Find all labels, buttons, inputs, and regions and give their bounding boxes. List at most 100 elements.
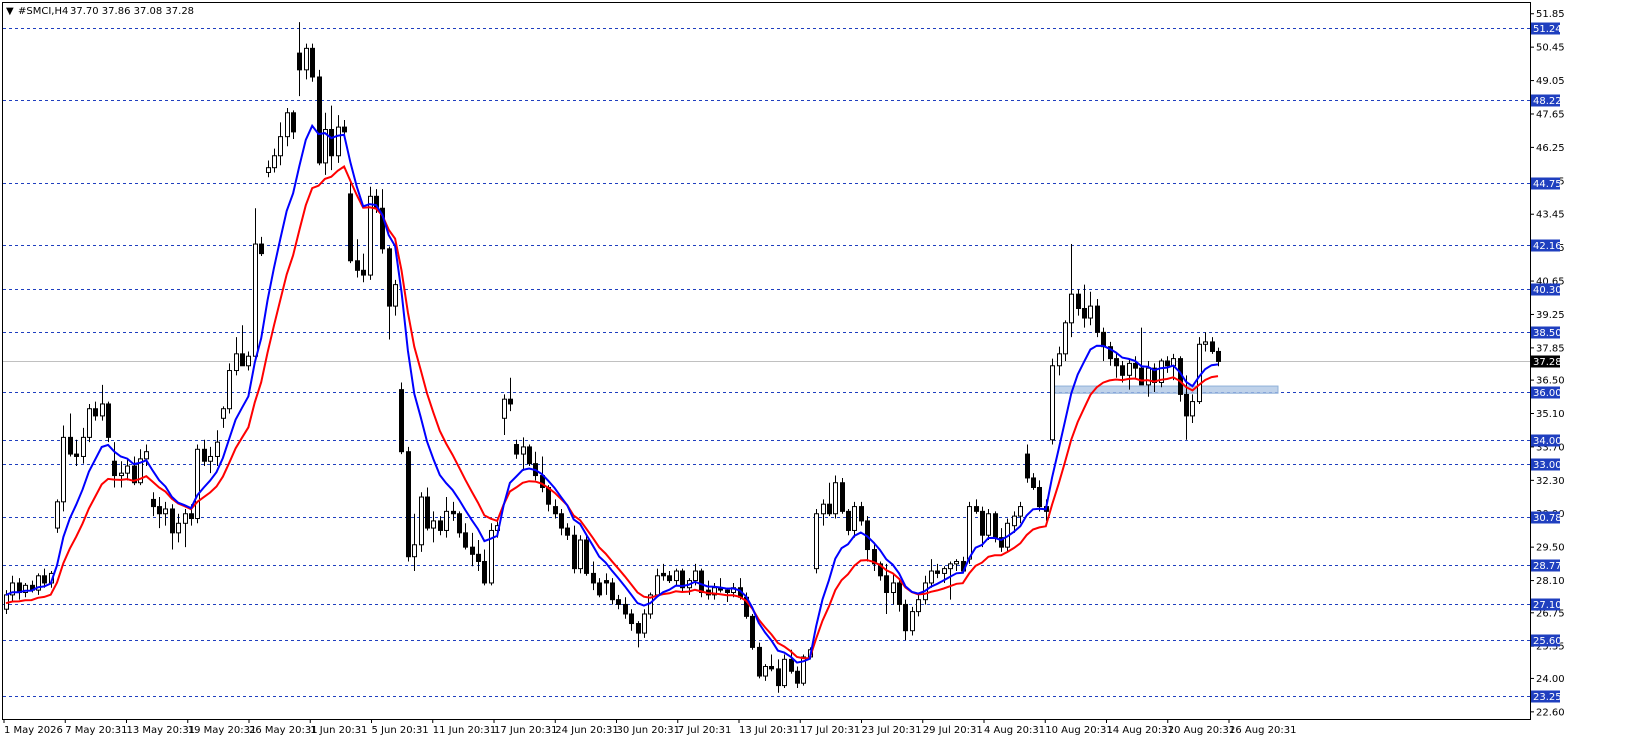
x-tick-label: 23 Jul 20:31 [862,725,922,736]
x-tick-label: 4 Aug 20:31 [984,725,1045,736]
bull-candle-body [891,582,896,594]
bull-candle-body [502,398,507,419]
bear-candle-body [476,553,481,562]
bear-candle-body [897,582,902,605]
candle[interactable] [1197,337,1202,404]
candle[interactable] [584,535,589,576]
bear-candle-body [572,534,577,570]
bear-candle-body [591,572,596,584]
bear-candle-body [387,248,392,307]
candle[interactable] [986,508,991,540]
candle[interactable] [310,43,315,82]
y-tick-label: 51.85 [1536,9,1565,20]
bear-candle-body [636,623,641,634]
bull-candle-body [163,508,168,515]
bull-candle-body [119,472,124,477]
candle[interactable] [527,444,532,467]
candle[interactable] [61,425,66,512]
bull-candle-body [954,560,959,565]
bull-candle-body [929,570,934,584]
candle[interactable] [106,401,111,443]
candle[interactable] [757,642,762,679]
bear-candle-body [508,398,513,405]
candle[interactable] [87,403,92,443]
level-tag-label: 40.30 [1533,285,1562,296]
bear-candle-body [527,446,532,465]
candle[interactable] [227,363,232,414]
candle[interactable] [910,606,915,636]
candle[interactable] [814,508,819,574]
candle[interactable] [317,69,322,166]
bear-candle-body [482,560,487,584]
candle[interactable] [55,499,60,533]
y-tick-label: 50.45 [1536,43,1565,54]
bear-candle-body [974,506,979,512]
bear-candle-body [42,575,47,584]
bull-candle-body [1069,293,1074,324]
level-tag-label: 25.60 [1533,636,1562,647]
bull-candle-body [910,611,915,632]
highlight-zone[interactable] [1051,385,1279,394]
price-axis[interactable]: 51.8550.4549.0547.6546.2544.8543.4542.05… [1530,9,1565,718]
candle[interactable] [750,613,755,650]
bear-candle-body [750,615,755,648]
bull-candle-body [253,243,258,357]
bear-candle-body [1076,293,1081,309]
x-tick-label: 19 May 20:31 [188,725,257,736]
x-tick-label: 10 Aug 20:31 [1045,725,1112,736]
candle[interactable] [195,444,200,524]
bear-candle-body [769,665,774,670]
bull-candle-body [61,436,66,503]
candle[interactable] [406,446,411,562]
level-tag-label: 27.10 [1533,600,1562,611]
bear-candle-body [1210,341,1215,352]
bear-candle-body [616,599,621,605]
bear-candle-body [1082,307,1087,319]
candle[interactable] [642,609,647,638]
candle[interactable] [801,654,806,686]
candle[interactable] [1178,356,1183,402]
bear-candle-body [699,570,704,594]
level-tag-label: 51.24 [1533,24,1562,35]
bear-candle-body [1120,365,1125,376]
bear-candle-body [157,506,162,515]
y-tick-label: 39.25 [1536,310,1565,321]
candle[interactable] [399,382,404,455]
bull-candle-body [642,613,647,634]
bull-candle-body [183,513,188,524]
bear-candle-body [903,603,908,632]
level-tag-label: 42.16 [1533,241,1562,252]
bull-candle-body [763,665,768,677]
bull-candle-body [986,513,991,536]
candle[interactable] [1050,358,1055,445]
bull-candle-body [833,482,838,515]
bear-candle-body [202,448,207,462]
candle[interactable] [578,535,583,574]
candle[interactable] [1159,358,1164,388]
bull-candle-body [55,501,60,529]
candle[interactable] [419,492,424,552]
bull-candle-body [100,403,105,417]
candle[interactable] [840,477,845,514]
bull-candle-body [431,520,436,529]
bull-candle-body [948,563,953,570]
y-tick-label: 29.50 [1536,543,1565,554]
y-tick-label: 43.45 [1536,210,1565,221]
x-tick-label: 7 Jul 20:31 [678,725,732,736]
y-tick-label: 32.30 [1536,476,1565,487]
x-tick-label: 13 May 20:31 [127,725,196,736]
candle[interactable] [782,654,787,688]
bull-candle-body [227,370,232,410]
bear-candle-body [629,613,634,625]
candle[interactable] [489,523,494,586]
price-chart[interactable]: 51.8550.4549.0547.6546.2544.8543.4542.05… [0,0,1652,748]
bear-candle-body [757,646,762,677]
candle[interactable] [368,186,373,280]
bear-candle-body [170,508,175,534]
bull-candle-body [393,284,398,307]
x-tick-label: 30 Jun 20:31 [617,725,681,736]
bear-candle-body [310,47,315,78]
bear-candle-body [151,498,156,508]
bear-candle-body [355,260,360,271]
bear-candle-body [240,353,245,367]
